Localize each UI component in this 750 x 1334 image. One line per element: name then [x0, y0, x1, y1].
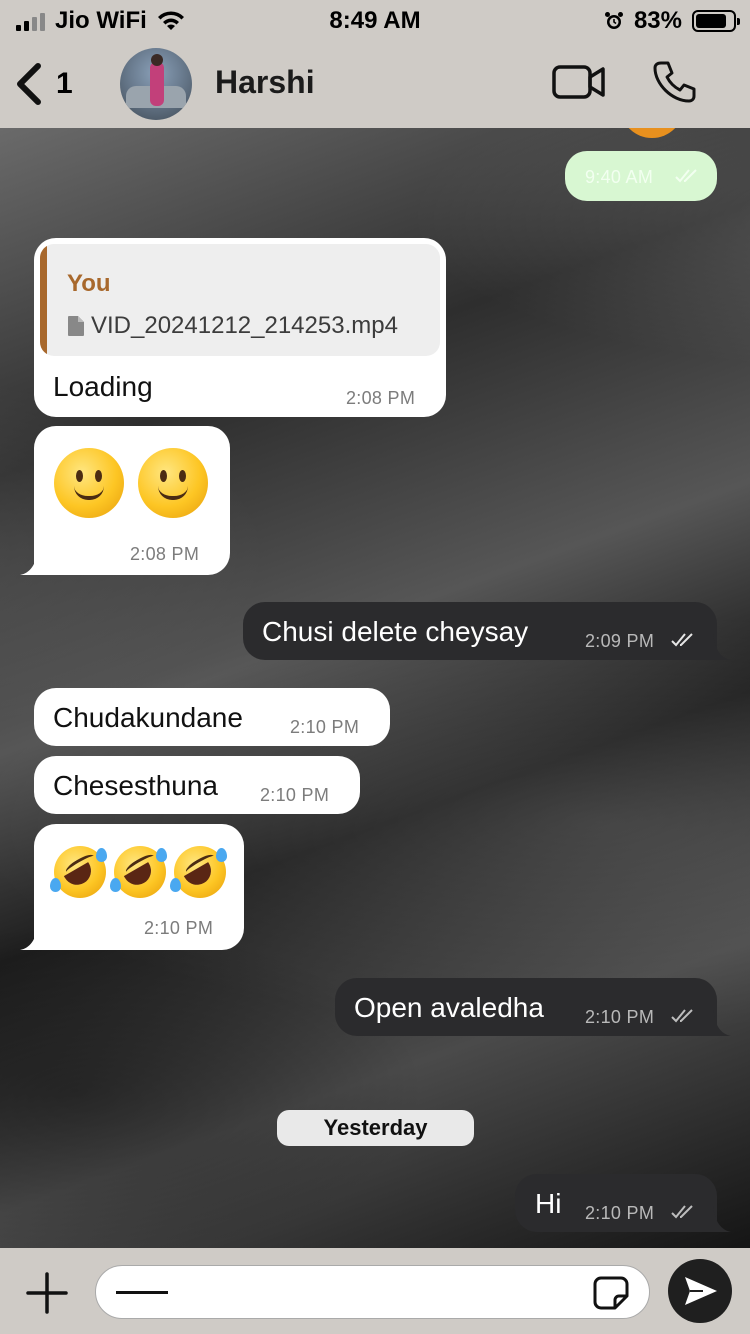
plus-icon[interactable] [26, 1272, 68, 1314]
chat-header: 1 Harshi [0, 40, 750, 128]
message-time: 2:10 PM [585, 1203, 655, 1223]
message-time: 2:10 PM [260, 785, 330, 805]
message-bubble-outgoing[interactable]: Chusi delete cheysay 2:09 PM [243, 602, 731, 660]
quoted-file-name: VID_20241212_214253.mp4 [91, 312, 398, 339]
unread-count: 1 [56, 67, 73, 100]
message-list[interactable]: 9:40 AM You VID_20241212_214253.mp4 Load… [0, 128, 750, 1248]
double-check-icon [671, 633, 693, 647]
avatar[interactable] [120, 48, 192, 120]
message-bubble-outgoing[interactable]: 9:40 AM [565, 151, 717, 201]
message-time: 2:08 PM [130, 544, 200, 564]
battery-percent: 83% [633, 7, 682, 34]
message-text: Chesesthuna [53, 770, 219, 801]
double-check-icon [671, 1009, 693, 1023]
slightly-smiling-face-icon [54, 448, 124, 518]
quoted-author: You [67, 270, 111, 297]
video-call-icon[interactable] [552, 64, 606, 100]
contact-name[interactable]: Harshi [215, 64, 315, 101]
bubble-tail [20, 549, 54, 575]
message-text: Open avaledha [354, 992, 544, 1023]
chevron-left-icon [17, 63, 41, 105]
message-time: 2:08 PM [346, 388, 416, 408]
message-input[interactable] [95, 1265, 650, 1319]
message-bubble-outgoing[interactable]: Open avaledha 2:10 PM [335, 978, 731, 1036]
message-bubble-incoming[interactable]: 2:10 PM [20, 824, 244, 950]
bubble-tail [20, 924, 54, 950]
message-text: Chusi delete cheysay [262, 616, 529, 647]
status-bar: Jio WiFi 8:49 AM 83% [0, 0, 750, 40]
bubble-tail [697, 1206, 731, 1232]
message-text: Hi [535, 1188, 562, 1219]
bubble-tail [697, 634, 731, 660]
send-button[interactable] [668, 1259, 732, 1323]
message-time: 2:10 PM [290, 717, 360, 737]
message-bubble-incoming[interactable]: Chudakundane 2:10 PM [34, 688, 390, 746]
sticker-icon[interactable] [593, 1276, 629, 1310]
rolling-on-the-floor-laughing-icon [110, 846, 167, 898]
back-button[interactable]: 1 [14, 62, 73, 106]
message-time: 9:40 AM [585, 167, 654, 187]
send-icon [685, 1277, 717, 1305]
message-time: 2:10 PM [585, 1007, 655, 1027]
text-cursor [116, 1291, 168, 1294]
message-bubble-incoming[interactable]: You VID_20241212_214253.mp4 Loading 2:08… [34, 238, 446, 417]
message-bubble-incoming[interactable]: Chesesthuna 2:10 PM [34, 756, 360, 814]
rolling-on-the-floor-laughing-icon [50, 846, 107, 898]
message-time: 2:10 PM [144, 918, 214, 938]
rolling-on-the-floor-laughing-icon [170, 846, 227, 898]
composer-bar [0, 1248, 750, 1334]
message-text: Chudakundane [53, 702, 243, 733]
partial-emoji [620, 128, 684, 138]
message-text: Loading [53, 371, 153, 402]
message-time: 2:09 PM [585, 631, 655, 651]
phone-icon[interactable] [652, 60, 696, 104]
battery-icon [692, 10, 740, 32]
slightly-smiling-face-icon [138, 448, 208, 518]
date-separator: Yesterday [277, 1110, 474, 1146]
quoted-message[interactable]: You VID_20241212_214253.mp4 [40, 244, 440, 356]
double-check-icon [675, 169, 697, 183]
document-icon [68, 316, 84, 336]
double-check-icon [671, 1205, 693, 1219]
message-bubble-outgoing[interactable]: Hi 2:10 PM [515, 1174, 731, 1232]
bubble-tail [697, 1010, 731, 1036]
message-bubble-incoming[interactable]: 2:08 PM [20, 426, 230, 575]
alarm-icon [604, 12, 623, 29]
